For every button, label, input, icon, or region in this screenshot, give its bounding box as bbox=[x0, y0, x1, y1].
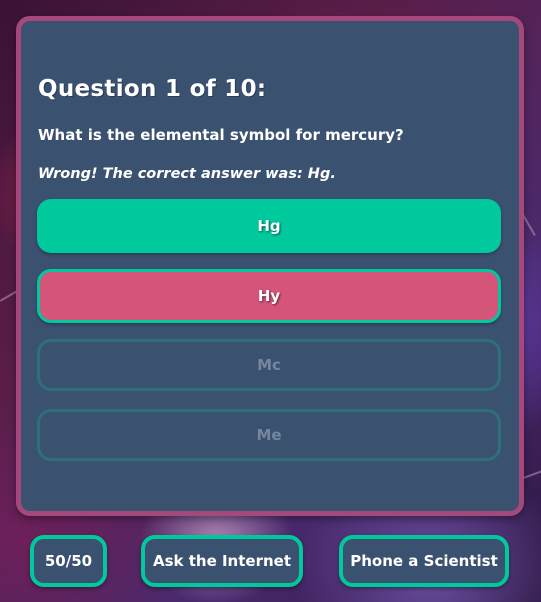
answer-label: Hy bbox=[257, 287, 281, 305]
question-card: Question 1 of 10: What is the elemental … bbox=[16, 16, 524, 516]
lifeline-label: Ask the Internet bbox=[152, 552, 291, 570]
answer-button-me[interactable]: Me bbox=[37, 409, 501, 461]
question-heading: Question 1 of 10: bbox=[38, 76, 267, 102]
answer-feedback: Wrong! The correct answer was: Hg. bbox=[38, 166, 336, 182]
lifeline-label: 50/50 bbox=[44, 552, 93, 570]
question-text: What is the elemental symbol for mercury… bbox=[38, 126, 404, 144]
answer-label: Me bbox=[256, 426, 282, 444]
lifeline-label: Phone a Scientist bbox=[350, 552, 498, 570]
answer-button-mc[interactable]: Mc bbox=[37, 339, 501, 391]
answer-button-hy[interactable]: Hy bbox=[37, 269, 501, 323]
ask-the-internet-button[interactable]: Ask the Internet bbox=[141, 535, 303, 587]
phone-a-scientist-button[interactable]: Phone a Scientist bbox=[339, 535, 509, 587]
answer-label: Hg bbox=[257, 217, 281, 235]
answer-label: Mc bbox=[257, 356, 281, 374]
answer-button-hg[interactable]: Hg bbox=[37, 199, 501, 253]
fifty-fifty-button[interactable]: 50/50 bbox=[30, 535, 107, 587]
